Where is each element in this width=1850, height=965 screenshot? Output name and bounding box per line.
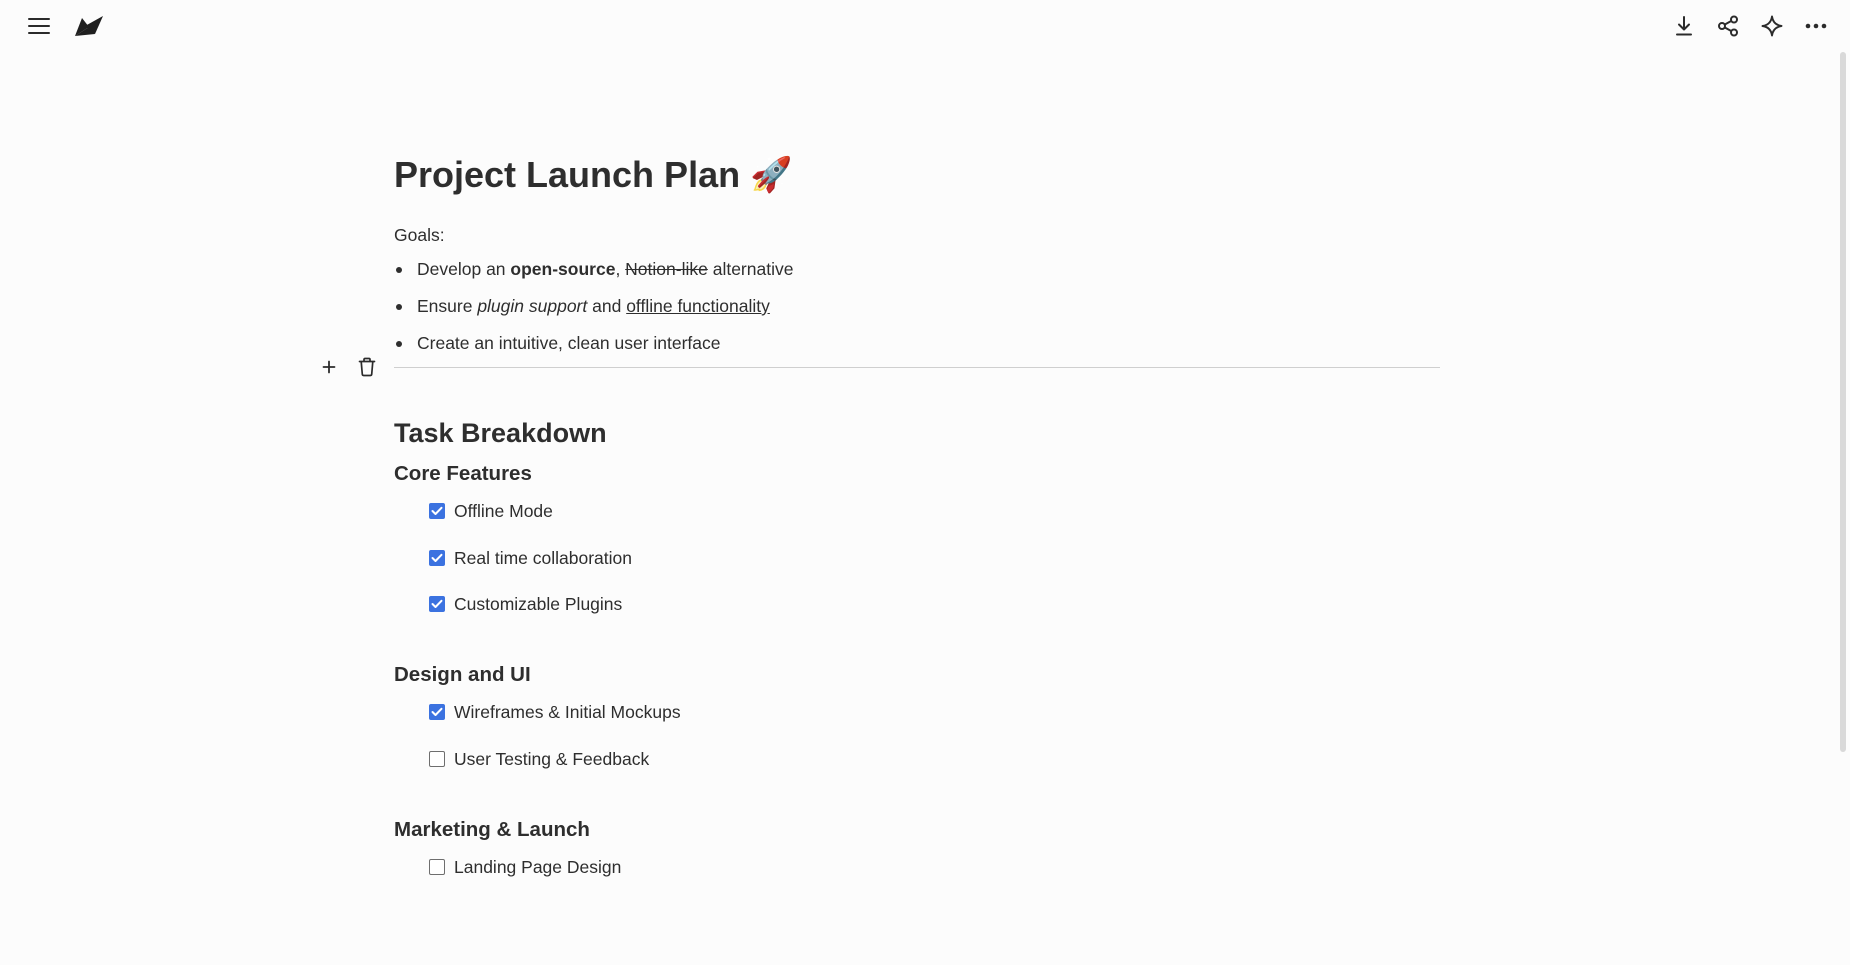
check-icon bbox=[431, 599, 443, 608]
underlined-text: offline functionality bbox=[626, 296, 770, 316]
menu-button[interactable] bbox=[23, 10, 55, 42]
share-button[interactable] bbox=[1712, 10, 1744, 42]
task-checkbox[interactable] bbox=[429, 549, 445, 566]
section-heading[interactable]: Task Breakdown bbox=[394, 416, 1440, 450]
download-button[interactable] bbox=[1668, 10, 1700, 42]
task-label: Wireframes & Initial Mockups bbox=[454, 702, 681, 722]
task-label: Offline Mode bbox=[454, 501, 553, 521]
task-list: Offline Mode Real time collaboration Cus… bbox=[394, 498, 1440, 617]
block-tools bbox=[314, 352, 382, 382]
add-block-button[interactable] bbox=[314, 352, 344, 382]
menu-icon bbox=[28, 18, 50, 34]
goals-label[interactable]: Goals: bbox=[394, 222, 1440, 248]
download-icon bbox=[1676, 16, 1692, 36]
share-icon bbox=[1718, 15, 1738, 37]
delete-block-button[interactable] bbox=[352, 352, 382, 382]
task-label: User Testing & Feedback bbox=[454, 748, 650, 769]
strikethrough-text: Notion-like bbox=[625, 259, 708, 279]
task-item[interactable]: Real time collaboration bbox=[429, 545, 1440, 571]
task-item[interactable]: Landing Page Design bbox=[429, 854, 1440, 880]
plus-icon bbox=[322, 360, 336, 374]
ai-assist-button[interactable] bbox=[1756, 10, 1788, 42]
task-item[interactable]: Customizable Plugins bbox=[429, 591, 1440, 617]
goals-list: Develop an open-source, Notion-like alte… bbox=[394, 256, 1440, 356]
trash-icon bbox=[358, 357, 376, 377]
more-options-button[interactable] bbox=[1800, 10, 1832, 42]
task-list: Landing Page Design bbox=[394, 854, 1440, 880]
divider bbox=[394, 367, 1440, 368]
task-checkbox[interactable] bbox=[429, 704, 445, 720]
top-bar bbox=[0, 0, 1850, 52]
task-checkbox[interactable] bbox=[429, 596, 445, 612]
document-editor[interactable]: Project Launch Plan 🚀 Goals: Develop an … bbox=[322, 150, 1440, 900]
logo-icon bbox=[75, 16, 103, 36]
subsection-heading[interactable]: Core Features bbox=[394, 460, 1440, 488]
rocket-emoji: 🚀 bbox=[750, 156, 793, 194]
task-item[interactable]: Offline Mode bbox=[429, 498, 1440, 524]
bold-text: open-source bbox=[510, 259, 616, 279]
check-icon bbox=[431, 553, 443, 562]
task-checkbox[interactable] bbox=[429, 750, 445, 767]
task-checkbox[interactable] bbox=[429, 858, 445, 875]
logo[interactable] bbox=[73, 10, 105, 42]
task-checkbox[interactable] bbox=[429, 503, 445, 519]
task-list: Wireframes & Initial Mockups User Testin… bbox=[394, 699, 1440, 772]
check-icon bbox=[431, 506, 443, 515]
subsection-heading[interactable]: Marketing & Launch bbox=[394, 816, 1440, 844]
list-item[interactable]: Develop an open-source, Notion-like alte… bbox=[394, 256, 1440, 282]
more-icon bbox=[1805, 23, 1827, 29]
task-item[interactable]: Wireframes & Initial Mockups bbox=[429, 699, 1440, 725]
sparkle-icon bbox=[1761, 15, 1783, 37]
list-item[interactable]: Ensure plugin support and offline functi… bbox=[394, 293, 1440, 319]
list-item[interactable]: Create an intuitive, clean user interfac… bbox=[394, 330, 1440, 356]
scrollbar[interactable] bbox=[1840, 52, 1846, 752]
task-label: Landing Page Design bbox=[454, 856, 622, 877]
page-title-text: Project Launch Plan bbox=[394, 154, 741, 195]
task-label: Real time collaboration bbox=[454, 547, 633, 568]
page-title[interactable]: Project Launch Plan 🚀 bbox=[394, 150, 1440, 200]
subsection-heading[interactable]: Design and UI bbox=[394, 661, 1440, 689]
italic-text: plugin support bbox=[477, 296, 588, 316]
check-icon bbox=[431, 707, 443, 716]
task-item[interactable]: User Testing & Feedback bbox=[429, 746, 1440, 772]
task-label: Customizable Plugins bbox=[454, 594, 623, 614]
